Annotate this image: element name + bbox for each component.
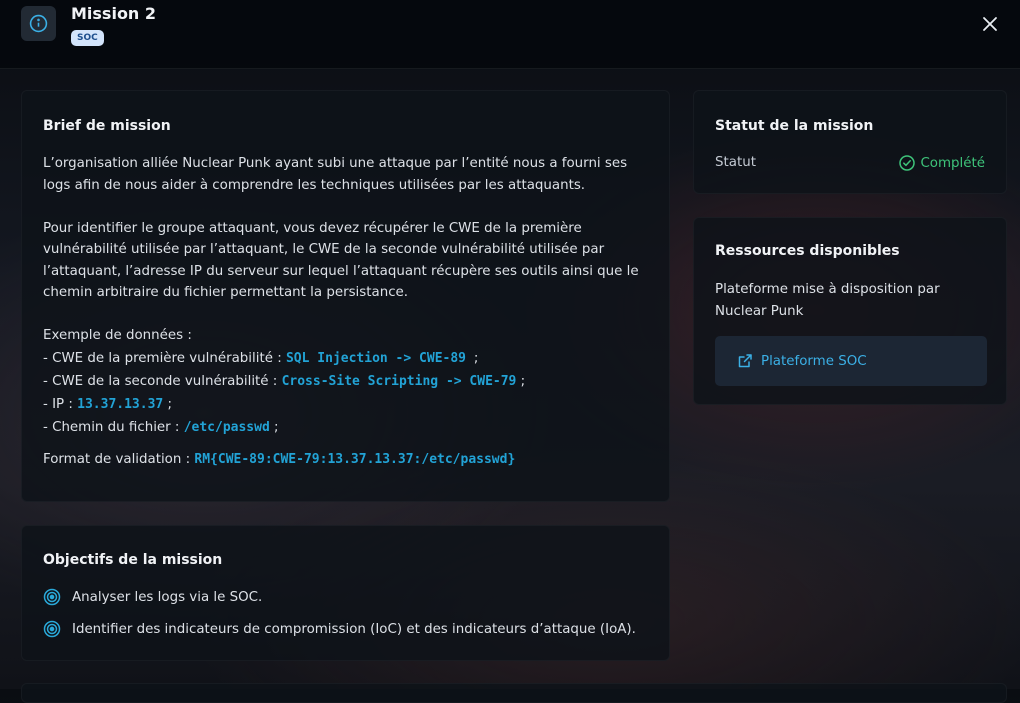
example-line: - Chemin du fichier : /etc/passwd ;: [43, 416, 653, 439]
status-text: Complété: [920, 155, 985, 171]
example-label: - CWE de la seconde vulnérabilité :: [43, 373, 282, 389]
brief-paragraph: L’organisation alliée Nuclear Punk ayant…: [43, 156, 628, 193]
mission-title: Mission 2: [71, 4, 157, 23]
example-value: /etc/passwd: [183, 419, 270, 435]
mission-brief-card: Brief de mission L’organisation alliée N…: [21, 90, 670, 502]
link-label: Plateforme SOC: [761, 353, 867, 369]
target-icon: [43, 620, 61, 638]
example-label: - IP :: [43, 396, 78, 412]
example-line: - CWE de la première vulnérabilité : SQL…: [43, 347, 653, 370]
validation-format: Format de validation : RM{CWE-89:CWE-79:…: [43, 449, 653, 471]
example-value: SQL Injection -> CWE-89: [285, 350, 474, 366]
example-suffix: ;: [520, 373, 526, 389]
close-icon: [983, 17, 997, 31]
check-circle-icon: [899, 155, 916, 171]
target-icon: [43, 588, 61, 606]
resources-title: Ressources disponibles: [715, 243, 900, 259]
examples-heading: Exemple de données :: [43, 328, 192, 343]
objectives-title: Objectifs de la mission: [43, 552, 223, 568]
category-badge: SOC: [71, 30, 104, 46]
example-line: - CWE de la seconde vulnérabilité : Cros…: [43, 370, 653, 393]
format-value: RM{CWE-89:CWE-79:13.37.13.37:/etc/passwd…: [194, 451, 516, 467]
example-label: - Chemin du fichier :: [43, 419, 184, 435]
bottom-card: [21, 683, 1007, 703]
example-label: - CWE de la première vulnérabilité :: [43, 350, 286, 366]
objective-text: Analyser les logs via le SOC.: [72, 589, 263, 605]
status-title: Statut de la mission: [715, 118, 874, 134]
objective-text: Identifier des indicateurs de compromiss…: [72, 621, 636, 637]
brief-paragraph: Pour identifier le groupe attaquant, vou…: [43, 220, 639, 301]
info-icon: [21, 6, 56, 41]
mission-status-card: Statut de la mission Statut Complété: [693, 90, 1007, 194]
resources-description: Plateforme mise à disposition par Nuclea…: [715, 282, 940, 319]
example-value: 13.37.13.37: [77, 396, 164, 412]
soc-platform-link[interactable]: Plateforme SOC: [715, 336, 987, 386]
close-button[interactable]: [978, 12, 1002, 36]
modal-header: Mission 2 SOC: [0, 0, 1020, 69]
example-suffix: ;: [473, 350, 479, 366]
status-label: Statut: [715, 155, 756, 170]
resources-card: Ressources disponibles Plateforme mise à…: [693, 217, 1007, 405]
external-link-icon: [738, 354, 752, 368]
example-value: Cross-Site Scripting -> CWE-79: [281, 373, 517, 389]
objective-item: Analyser les logs via le SOC.: [43, 588, 262, 606]
example-suffix: ;: [167, 396, 173, 412]
mission-objectives-card: Objectifs de la mission Analyser les log…: [21, 525, 670, 661]
example-line: - IP : 13.37.13.37 ;: [43, 393, 653, 416]
example-suffix: ;: [274, 419, 279, 435]
status-value: Complété: [899, 155, 985, 171]
objective-item: Identifier des indicateurs de compromiss…: [43, 620, 636, 638]
format-label: Format de validation :: [43, 451, 195, 467]
brief-title: Brief de mission: [43, 118, 171, 134]
brief-body: L’organisation alliée Nuclear Punk ayant…: [43, 153, 653, 470]
